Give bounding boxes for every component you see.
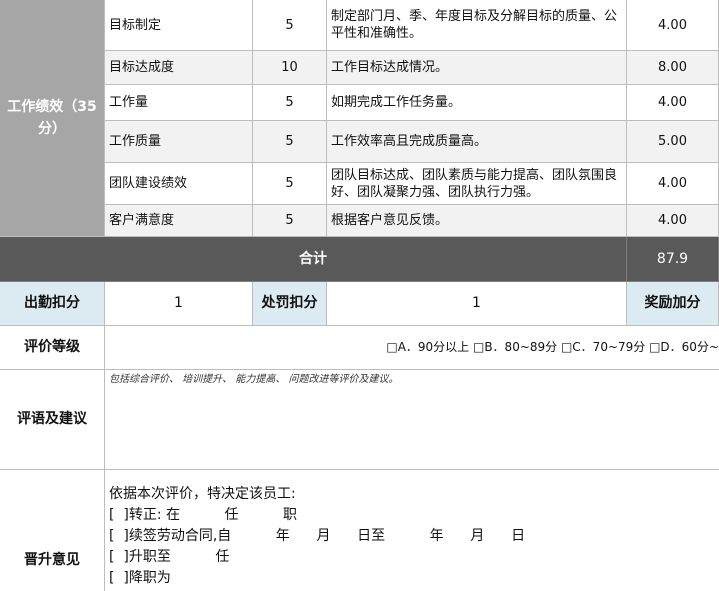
comments-field[interactable]: 包括综合评价、 培训提升、 能力提高、 问题改进等评价及建议。: [105, 370, 719, 470]
row-1-weight[interactable]: 10: [253, 51, 327, 85]
row-2-desc[interactable]: 如期完成工作任务量。: [327, 85, 627, 121]
row-0-desc-text: 制定部门月、季、年度目标及分解目标的质量、公平性和准确性。: [331, 9, 618, 41]
promotion-line-confirm: [ ]转正: 在 任 职: [109, 507, 297, 523]
row-2-weight[interactable]: 5: [253, 85, 327, 121]
promotion-line-intro: 依据本次评价，特决定该员工:: [109, 486, 296, 502]
attendance-label[interactable]: 出勤扣分: [0, 282, 105, 326]
row-5-item[interactable]: 客户满意度: [105, 205, 253, 237]
penalty-value[interactable]: 1: [327, 282, 627, 326]
row-4-desc-text: 团队目标达成、团队素质与能力提高、团队氛围良好、团队凝聚力强、团队执行力强。: [331, 167, 618, 200]
row-4-weight[interactable]: 5: [253, 163, 327, 205]
row-5-desc[interactable]: 根据客户意见反馈。: [327, 205, 627, 237]
bonus-label[interactable]: 奖励加分: [627, 282, 719, 326]
row-0-item[interactable]: 目标制定: [105, 0, 253, 51]
grade-label[interactable]: 评价等级: [0, 326, 105, 370]
grade-options-text: □A．90分以上 □B．80~89分 □C．70~79分 □D．60分~: [386, 340, 719, 354]
grade-options[interactable]: □A．90分以上 □B．80~89分 □C．70~79分 □D．60分~: [105, 326, 719, 370]
row-4-desc[interactable]: 团队目标达成、团队素质与能力提高、团队氛围良好、团队凝聚力强、团队执行力强。: [327, 163, 627, 205]
total-label[interactable]: 合计: [0, 237, 627, 282]
row-0-score[interactable]: 4.00: [627, 0, 719, 51]
total-value[interactable]: 87.9: [627, 237, 719, 282]
promotion-line-promote: [ ]升职至 任: [109, 549, 230, 565]
category-cell[interactable]: 工作绩效（35分）: [0, 0, 105, 237]
comments-hint: 包括综合评价、 培训提升、 能力提高、 问题改进等评价及建议。: [109, 374, 399, 385]
penalty-label[interactable]: 处罚扣分: [253, 282, 327, 326]
row-3-score[interactable]: 5.00: [627, 121, 719, 163]
row-1-score[interactable]: 8.00: [627, 51, 719, 85]
row-5-score[interactable]: 4.00: [627, 205, 719, 237]
promotion-line-renew: [ ]续签劳动合同,自 年 月 日至 年 月 日: [109, 528, 526, 544]
row-4-score[interactable]: 4.00: [627, 163, 719, 205]
promotion-label: 晋升意见: [24, 552, 80, 568]
row-3-item[interactable]: 工作质量: [105, 121, 253, 163]
row-0-desc[interactable]: 制定部门月、季、年度目标及分解目标的质量、公平性和准确性。: [327, 0, 627, 51]
row-2-score[interactable]: 4.00: [627, 85, 719, 121]
row-1-item[interactable]: 目标达成度: [105, 51, 253, 85]
row-3-desc[interactable]: 工作效率高且完成质量高。: [327, 121, 627, 163]
row-2-item[interactable]: 工作量: [105, 85, 253, 121]
promotion-line-demote: [ ]降职为: [109, 570, 171, 586]
attendance-value[interactable]: 1: [105, 282, 253, 326]
spreadsheet: 工作绩效（35分） 目标制定 5 制定部门月、季、年度目标及分解目标的质量、公平…: [0, 0, 719, 591]
row-3-weight[interactable]: 5: [253, 121, 327, 163]
promotion-field[interactable]: 依据本次评价，特决定该员工: [ ]转正: 在 任 职 [ ]续签劳动合同,自 …: [105, 470, 719, 591]
category-label: 工作绩效（35分）: [7, 99, 97, 137]
comments-label[interactable]: 评语及建议: [0, 370, 105, 470]
row-4-item[interactable]: 团队建设绩效: [105, 163, 253, 205]
promotion-label-cell[interactable]: 晋升意见: [0, 470, 105, 591]
row-1-desc[interactable]: 工作目标达成情况。: [327, 51, 627, 85]
row-5-weight[interactable]: 5: [253, 205, 327, 237]
row-0-weight[interactable]: 5: [253, 0, 327, 51]
